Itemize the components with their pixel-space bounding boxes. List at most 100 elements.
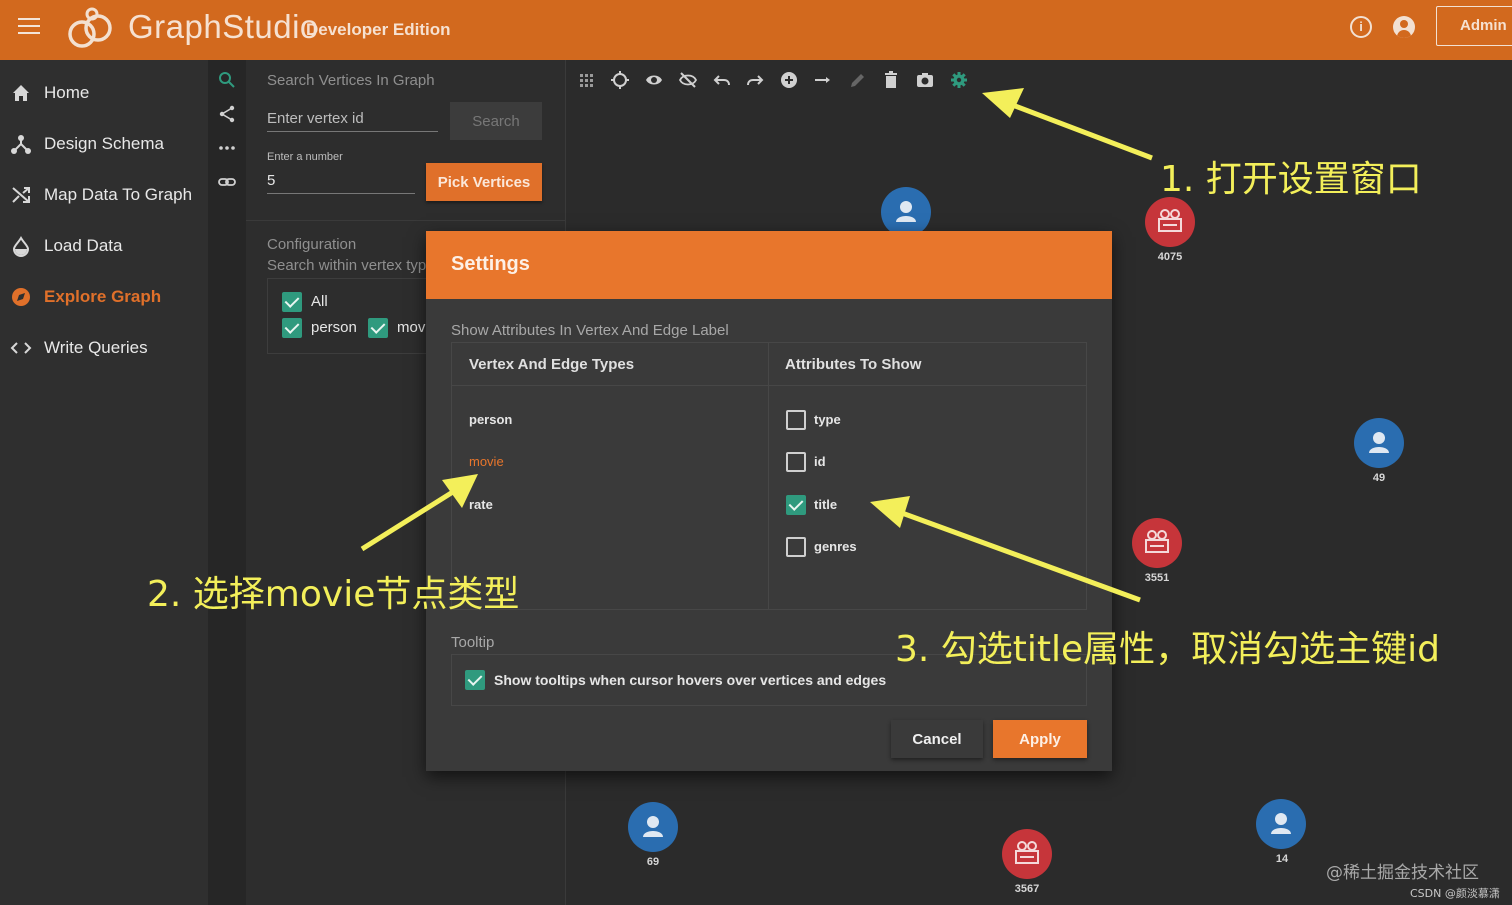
movie-vertex[interactable] bbox=[1145, 197, 1195, 247]
code-icon bbox=[10, 342, 32, 354]
number-input[interactable] bbox=[267, 168, 415, 194]
vertex-label: 69 bbox=[646, 856, 660, 868]
person-icon bbox=[1271, 813, 1291, 834]
attr-title-checkbox[interactable] bbox=[786, 495, 806, 515]
nav-item-design-schema[interactable]: Design Schema bbox=[0, 124, 208, 164]
tooltip-section-label: Tooltip bbox=[451, 634, 495, 651]
person-checkbox[interactable] bbox=[282, 318, 302, 338]
person-vertex[interactable] bbox=[881, 187, 931, 237]
brand-name: GraphStudio bbox=[128, 8, 319, 45]
type-item-rate[interactable]: rate bbox=[469, 497, 493, 512]
all-checkbox[interactable] bbox=[282, 292, 302, 312]
nav-label: Map Data To Graph bbox=[44, 185, 193, 204]
settings-title: Settings bbox=[451, 253, 530, 275]
vertex-label: 14 bbox=[1275, 853, 1289, 865]
attr-id-checkbox[interactable] bbox=[786, 452, 806, 472]
nav-item-explore-graph[interactable]: Explore Graph bbox=[0, 277, 208, 317]
type-item-person[interactable]: person bbox=[469, 412, 512, 427]
number-field-label: Enter a number bbox=[267, 151, 343, 163]
vertex-label: 3567 bbox=[1014, 883, 1040, 895]
movie-vertex[interactable] bbox=[1002, 829, 1052, 879]
tooltip-checkbox[interactable] bbox=[465, 670, 485, 690]
attr-genres-checkbox[interactable] bbox=[786, 537, 806, 557]
pick-vertices-button[interactable]: Pick Vertices bbox=[426, 163, 542, 201]
person-vertex[interactable] bbox=[628, 802, 678, 852]
left-navigation: Home Design Schema Map Data To Graph Loa… bbox=[0, 60, 208, 905]
schema-icon bbox=[11, 135, 31, 154]
admin-button[interactable]: Admin bbox=[1436, 6, 1512, 46]
nav-item-map-data[interactable]: Map Data To Graph bbox=[0, 175, 208, 215]
top-bar: GraphStudio Developer Edition i Admin bbox=[0, 0, 1512, 60]
more-horizontal-icon[interactable] bbox=[218, 139, 236, 157]
all-checkbox-label: All bbox=[311, 293, 328, 310]
movie-checkbox-label: mov bbox=[397, 319, 426, 336]
movie-camera-icon bbox=[1015, 841, 1039, 864]
tool-strip bbox=[208, 60, 246, 905]
movie-camera-icon bbox=[1145, 530, 1169, 553]
eye-icon[interactable] bbox=[645, 70, 663, 90]
redo-icon[interactable] bbox=[746, 70, 764, 90]
divider bbox=[246, 220, 566, 221]
type-item-movie[interactable]: movie bbox=[469, 454, 504, 469]
types-column-header: Vertex And Edge Types bbox=[469, 356, 635, 373]
attr-type-checkbox[interactable] bbox=[786, 410, 806, 430]
shuffle-icon bbox=[12, 187, 30, 203]
link-icon[interactable] bbox=[218, 173, 236, 191]
person-checkbox-label: person bbox=[311, 319, 357, 336]
apply-button[interactable]: Apply bbox=[993, 720, 1087, 758]
search-button[interactable]: Search bbox=[450, 102, 542, 140]
movie-camera-icon bbox=[1158, 209, 1182, 232]
watermark: @稀土掘金技术社区 bbox=[1326, 863, 1479, 883]
vertex-id-input[interactable] bbox=[267, 106, 438, 132]
locate-icon[interactable] bbox=[611, 70, 629, 90]
grid-icon[interactable] bbox=[578, 70, 596, 90]
person-vertex[interactable] bbox=[1256, 799, 1306, 849]
settings-gear-icon[interactable] bbox=[950, 70, 968, 90]
info-icon[interactable]: i bbox=[1350, 16, 1372, 38]
person-icon bbox=[1369, 432, 1389, 453]
menu-icon[interactable] bbox=[18, 18, 40, 36]
camera-icon[interactable] bbox=[916, 70, 934, 90]
account-icon[interactable] bbox=[1393, 16, 1415, 38]
settings-dialog-header: Settings bbox=[426, 231, 1112, 299]
cancel-button[interactable]: Cancel bbox=[891, 720, 983, 758]
attr-type-label: type bbox=[814, 412, 841, 427]
annotation-step2: 2. 选择movie节点类型 bbox=[147, 574, 520, 615]
annotation-step3: 3. 勾选title属性，取消勾选主键id bbox=[895, 629, 1441, 670]
movie-checkbox[interactable] bbox=[368, 318, 388, 338]
attributes-column-header: Attributes To Show bbox=[785, 356, 922, 373]
add-vertex-icon[interactable] bbox=[780, 70, 798, 90]
nav-label: Design Schema bbox=[44, 134, 165, 153]
nav-item-home[interactable]: Home bbox=[0, 73, 208, 113]
share-icon[interactable] bbox=[218, 105, 236, 123]
annotation-step1: 1. 打开设置窗口 bbox=[1160, 159, 1422, 200]
nav-label: Load Data bbox=[44, 236, 123, 255]
nav-label: Explore Graph bbox=[44, 287, 162, 306]
configuration-subtitle: Search within vertex typ bbox=[267, 257, 427, 274]
vertex-label: 3551 bbox=[1144, 572, 1170, 584]
nav-label: Write Queries bbox=[44, 338, 148, 357]
drop-icon bbox=[12, 236, 30, 257]
configuration-title: Configuration bbox=[267, 236, 357, 253]
movie-vertex[interactable] bbox=[1132, 518, 1182, 568]
tooltip-option-label: Show tooltips when cursor hovers over ve… bbox=[494, 672, 887, 688]
edit-icon[interactable] bbox=[848, 70, 866, 90]
delete-icon[interactable] bbox=[882, 70, 900, 90]
edition-label: Developer Edition bbox=[306, 20, 451, 39]
eye-off-icon[interactable] bbox=[679, 70, 697, 90]
nav-item-load-data[interactable]: Load Data bbox=[0, 226, 208, 266]
attr-title-label: title bbox=[814, 497, 838, 512]
watermark-author: CSDN @颜淡慕潇 bbox=[1410, 887, 1500, 900]
divider bbox=[452, 385, 1086, 386]
compass-icon bbox=[12, 288, 30, 306]
person-icon bbox=[643, 816, 663, 837]
nav-item-write-queries[interactable]: Write Queries bbox=[0, 328, 208, 368]
add-edge-icon[interactable] bbox=[814, 70, 832, 90]
vertex-label: 4075 bbox=[1157, 251, 1183, 263]
attr-genres-label: genres bbox=[814, 539, 857, 554]
graph-toolbar bbox=[566, 60, 1512, 100]
attributes-section-label: Show Attributes In Vertex And Edge Label bbox=[451, 322, 729, 339]
person-vertex[interactable] bbox=[1354, 418, 1404, 468]
undo-icon[interactable] bbox=[713, 70, 731, 90]
search-icon[interactable] bbox=[218, 71, 236, 89]
